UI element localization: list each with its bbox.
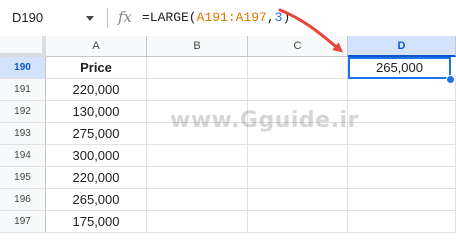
annotation-arrow-icon	[278, 8, 344, 53]
